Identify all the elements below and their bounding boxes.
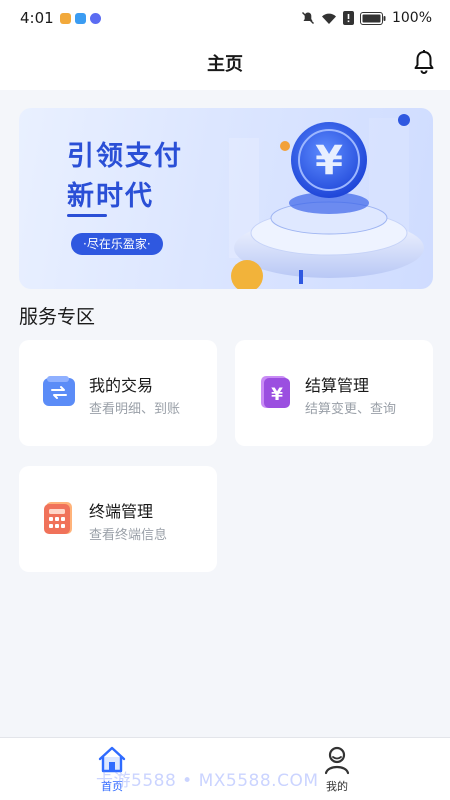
card-terminal-management[interactable]: 终端管理 查看终端信息 xyxy=(19,466,217,572)
watermark-text: 卡游5588 • MX5588.COM xyxy=(96,771,319,791)
card-title: 结算管理 xyxy=(305,376,370,395)
battery-percent: 100% xyxy=(391,10,432,26)
banner-tagline: ·尽在乐盈家· xyxy=(71,233,163,255)
notification-app-icon xyxy=(74,12,86,24)
bell-icon[interactable] xyxy=(410,48,438,76)
mute-bell-icon xyxy=(301,12,314,24)
status-time: 4:01 xyxy=(20,9,54,27)
wifi-icon xyxy=(321,13,336,24)
promo-banner[interactable]: 引领支付 新时代 ·尽在乐盈家· ¥ xyxy=(19,108,433,289)
alert-icon xyxy=(342,11,354,25)
section-title: 服务专区 xyxy=(19,306,96,328)
svg-text:¥: ¥ xyxy=(271,385,283,405)
page-title: 主页 xyxy=(207,54,243,75)
card-description: 查看明细、到账 xyxy=(89,402,181,417)
card-title: 我的交易 xyxy=(89,376,154,395)
svg-text:¥: ¥ xyxy=(315,138,343,184)
card-title: 终端管理 xyxy=(89,502,154,521)
terminal-calculator-icon xyxy=(44,502,72,534)
card-my-transactions[interactable]: 我的交易 查看明细、到账 xyxy=(19,340,217,446)
card-settlement-management[interactable]: ¥ 结算管理 结算变更、查询 xyxy=(235,340,433,446)
notification-app-icon xyxy=(59,12,71,24)
banner-slogan-line2: 新时代 xyxy=(67,181,154,212)
status-bar: 4:01 100% xyxy=(0,0,450,36)
profile-icon xyxy=(324,746,350,775)
app-header: 主页 xyxy=(0,36,450,90)
banner-underline xyxy=(67,214,107,217)
notification-app-icon xyxy=(89,12,101,24)
yen-coin-illustration: ¥ xyxy=(229,114,424,289)
card-description: 结算变更、查询 xyxy=(305,402,397,417)
battery-icon xyxy=(359,11,386,25)
card-description: 查看终端信息 xyxy=(89,528,168,543)
yen-settlement-icon: ¥ xyxy=(261,376,290,408)
banner-slogan-line1: 引领支付 xyxy=(67,141,183,172)
transaction-icon xyxy=(43,376,75,406)
